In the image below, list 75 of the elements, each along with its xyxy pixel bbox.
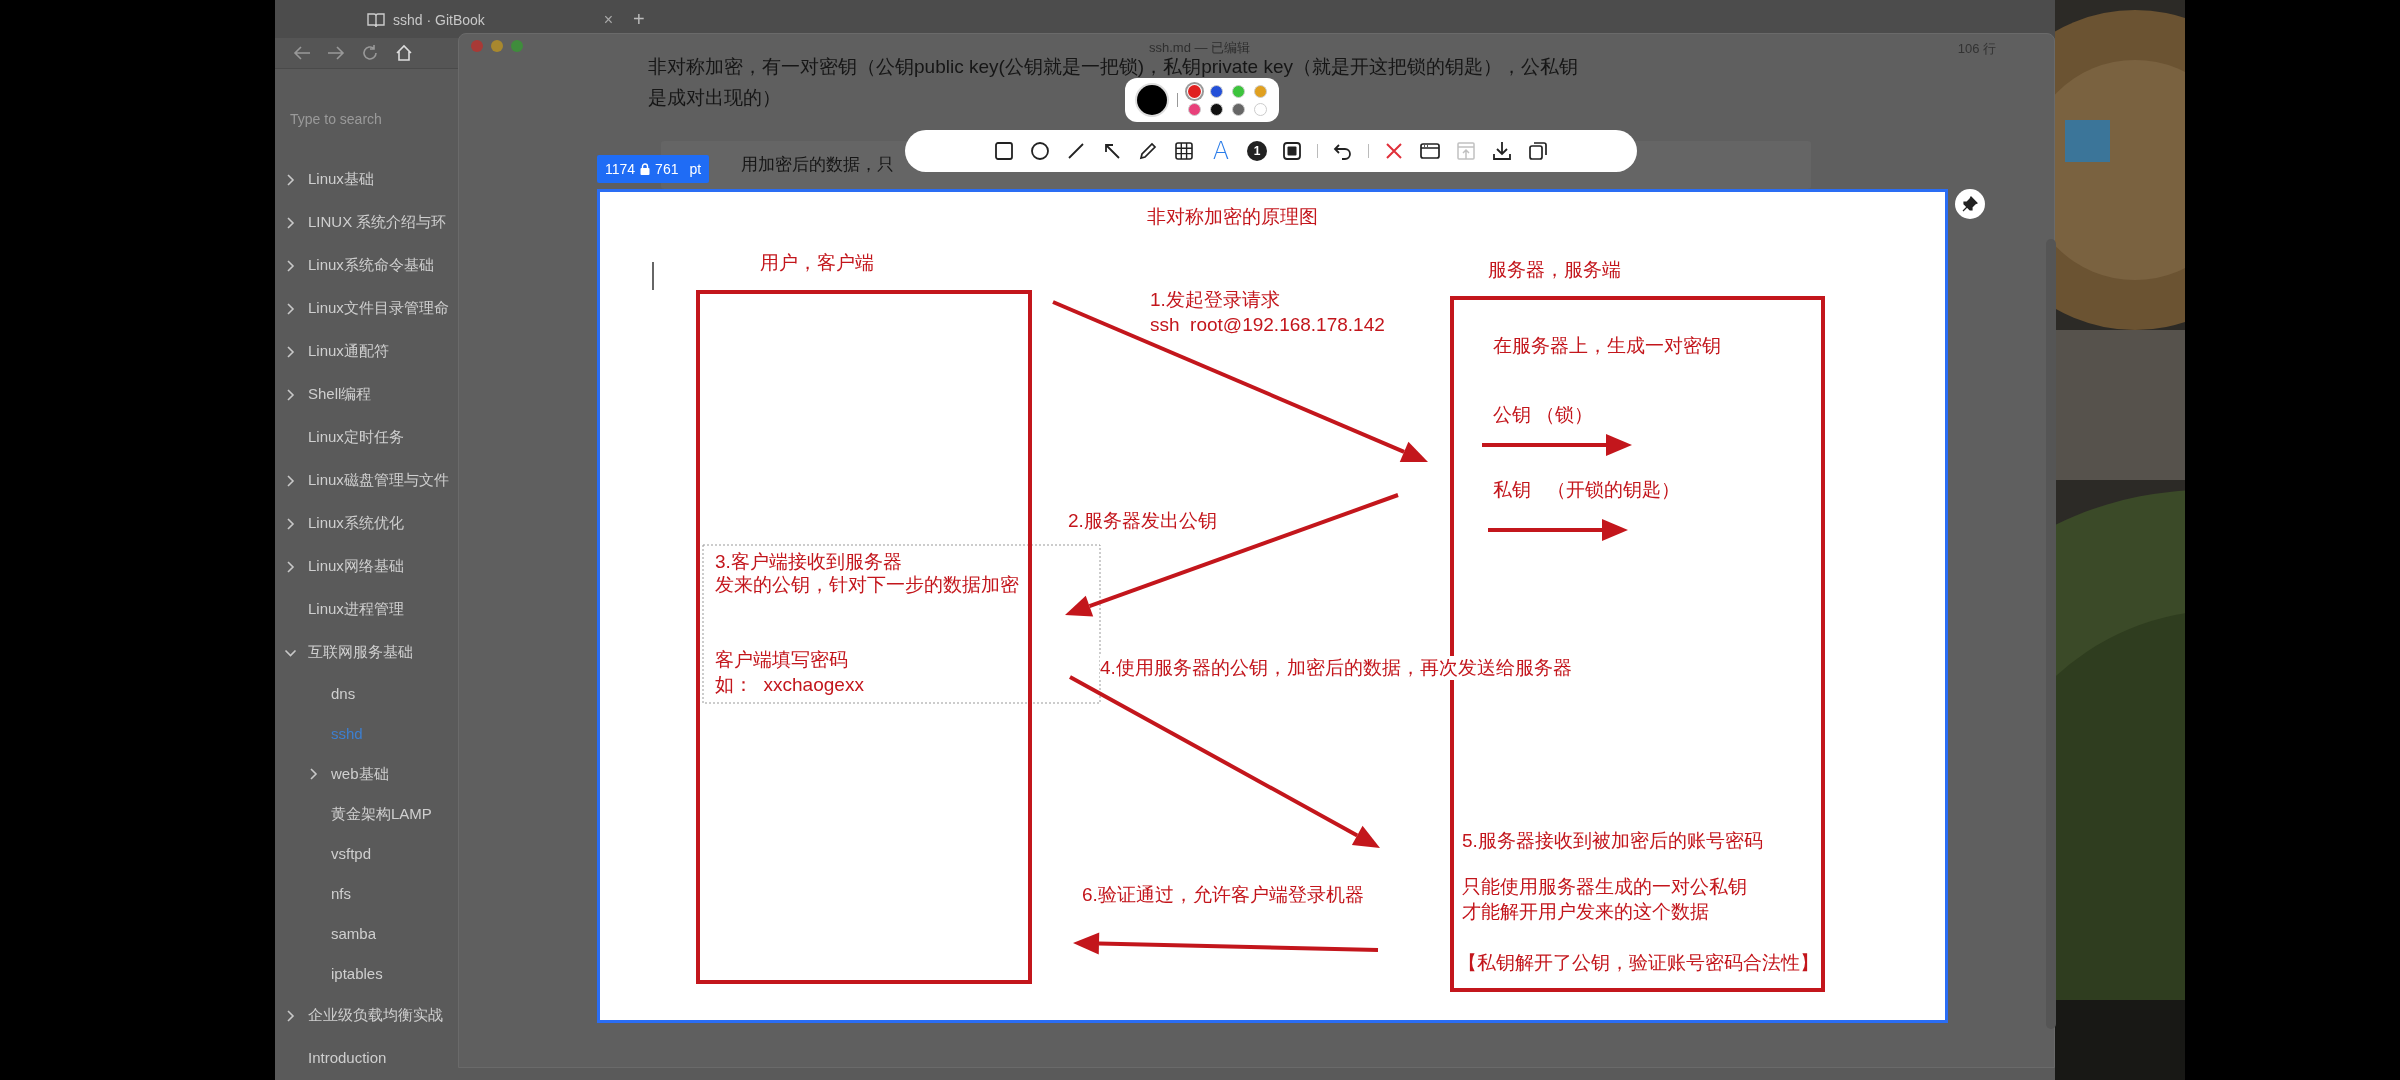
- nav-item[interactable]: 黄金架构LAMP: [275, 794, 455, 834]
- nav-item[interactable]: Linux文件目录管理命: [275, 287, 455, 330]
- diagram-label: 4.使用服务器的公钥，加密后的数据，再次发送给服务器: [1100, 656, 1572, 680]
- nav-item[interactable]: Shell编程: [275, 373, 455, 416]
- diagram-label: 服务器，服务端: [1488, 258, 1621, 282]
- nav-item[interactable]: vsftpd: [275, 834, 455, 874]
- download-icon[interactable]: [1491, 140, 1513, 162]
- color-swatch[interactable]: [1188, 84, 1201, 98]
- nav-item[interactable]: 互联网服务基础: [275, 631, 455, 674]
- nav-item[interactable]: web基础: [275, 754, 455, 794]
- lock-icon[interactable]: [640, 163, 651, 175]
- text-tool-button[interactable]: A: [1209, 138, 1233, 164]
- home-icon[interactable]: [395, 44, 413, 63]
- current-color-swatch[interactable]: [1137, 85, 1167, 115]
- diagram-label: 只能使用服务器生成的一对公私钥: [1462, 875, 1747, 899]
- color-swatch[interactable]: [1232, 84, 1245, 98]
- grid-icon[interactable]: [1173, 140, 1195, 162]
- book-icon: [367, 12, 385, 28]
- circle-icon[interactable]: [1029, 140, 1051, 162]
- diagram-label: 如： xxchaogexx: [715, 673, 864, 697]
- scrollbar[interactable]: [2046, 239, 2056, 1029]
- color-swatch[interactable]: [1232, 102, 1245, 116]
- color-swatch[interactable]: [1210, 84, 1223, 98]
- rectangle-icon[interactable]: [993, 140, 1015, 162]
- color-swatch[interactable]: [1188, 102, 1201, 116]
- nav-item[interactable]: nfs: [275, 874, 455, 914]
- new-tab-button[interactable]: +: [633, 8, 645, 30]
- width-value: 1174: [605, 159, 636, 179]
- nav-item[interactable]: Linux系统命令基础: [275, 244, 455, 287]
- diagram-label: 发来的公钥，针对下一步的数据加密: [715, 573, 1019, 597]
- nav-item[interactable]: 企业级负载均衡实战: [275, 994, 455, 1037]
- pin-icon: [1962, 196, 1978, 212]
- diagram-label: 在服务器上，生成一对密钥: [1493, 334, 1721, 358]
- nav-item[interactable]: Linux通配符: [275, 330, 455, 373]
- diagram-label: 5.服务器接收到被加密后的账号密码: [1462, 829, 1763, 853]
- nav-item[interactable]: Linux系统优化: [275, 502, 455, 545]
- diagram-label: 客户端填写密码: [715, 648, 848, 672]
- nav-item[interactable]: LINUX 系统介绍与环: [275, 201, 455, 244]
- diagram-label: 1.发起登录请求: [1150, 288, 1280, 312]
- color-swatch[interactable]: [1254, 102, 1267, 116]
- diagram-label: 才能解开用户发来的这个数据: [1462, 900, 1709, 924]
- close-tab-button[interactable]: ×: [603, 8, 613, 32]
- nav-item[interactable]: Linux定时任务: [275, 416, 455, 459]
- height-value: 761: [655, 159, 679, 179]
- text-line: 是成对出现的）: [648, 86, 781, 110]
- nav-item[interactable]: Linux网络基础: [275, 545, 455, 588]
- code-text: 用加密后的数据，只: [741, 154, 894, 176]
- color-swatch[interactable]: [1254, 84, 1267, 98]
- number-tool-button[interactable]: 1: [1247, 141, 1267, 161]
- pencil-icon[interactable]: [1137, 140, 1159, 162]
- forward-icon[interactable]: [327, 45, 345, 62]
- nav-item[interactable]: dns: [275, 674, 455, 714]
- window-icon[interactable]: [1419, 140, 1441, 162]
- nav-item[interactable]: Linux进程管理: [275, 588, 455, 631]
- diagram-title: 非对称加密的原理图: [1147, 205, 1318, 229]
- nav-item[interactable]: iptables: [275, 954, 455, 994]
- nav-item[interactable]: Linux基础: [275, 158, 455, 201]
- nav-item[interactable]: Introduction: [275, 1037, 455, 1080]
- browser-tab[interactable]: sshd · GitBook ×: [355, 8, 625, 32]
- tab-title: sshd · GitBook: [393, 10, 485, 30]
- reload-icon[interactable]: [361, 44, 379, 63]
- shadow-icon[interactable]: [1281, 140, 1303, 162]
- search-field[interactable]: Type to search: [283, 97, 447, 141]
- diagram-label: 用户，客户端: [760, 251, 874, 275]
- nav-item[interactable]: samba: [275, 914, 455, 954]
- nav-item[interactable]: Linux磁盘管理与文件: [275, 459, 455, 502]
- diagram-label: 6.验证通过，允许客户端登录机器: [1082, 883, 1364, 907]
- text-cursor: [652, 261, 654, 291]
- unit-label: pt: [689, 159, 702, 179]
- back-icon[interactable]: [293, 45, 311, 62]
- color-swatch[interactable]: [1210, 102, 1223, 116]
- text-line: 非对称加密，有一对密钥（公钥public key(公钥就是一把锁)，私钥private key（就是开这把锁的钥匙），公私钥: [648, 55, 1579, 79]
- copy-icon[interactable]: [1527, 140, 1549, 162]
- diagram-label: 2.服务器发出公钥: [1068, 509, 1217, 533]
- diagram-label: 3.客户端接收到服务器: [715, 550, 902, 574]
